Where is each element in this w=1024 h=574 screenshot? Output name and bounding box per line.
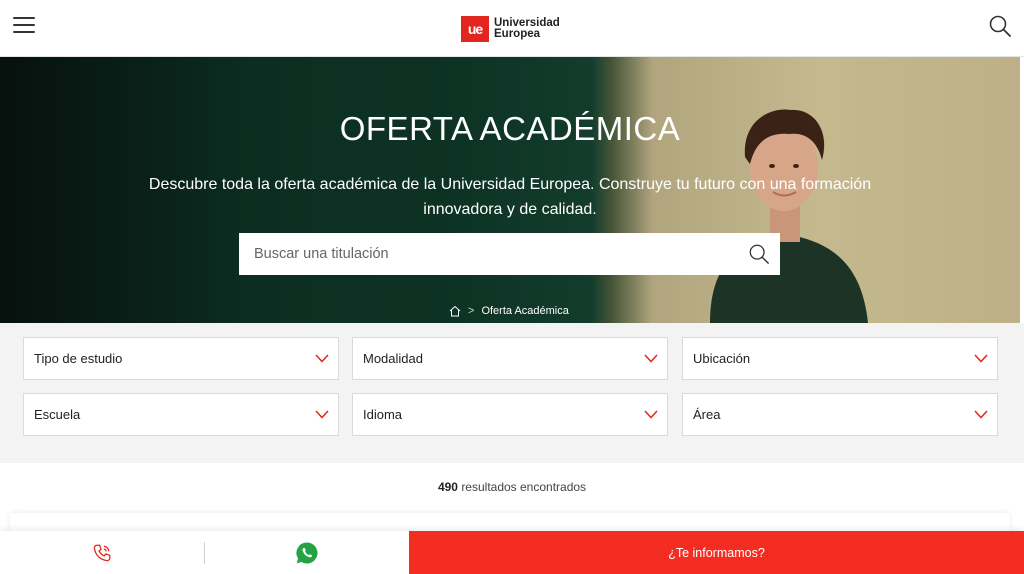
site-logo[interactable]: ue Universidad Europea: [461, 15, 560, 43]
filter-study-type[interactable]: Tipo de estudio: [23, 337, 339, 380]
filter-language[interactable]: Idioma: [352, 393, 668, 436]
filter-label: Idioma: [363, 407, 403, 422]
chevron-down-icon: [974, 410, 988, 419]
whatsapp-button[interactable]: [205, 531, 409, 574]
breadcrumb-current: Oferta Académica: [481, 305, 569, 317]
site-header: ue Universidad Europea: [0, 0, 1024, 57]
search-icon[interactable]: [748, 243, 770, 265]
chevron-down-icon: [974, 354, 988, 363]
chevron-down-icon: [644, 354, 658, 363]
results-number: 490: [437, 480, 458, 494]
home-icon[interactable]: [449, 305, 461, 317]
filter-label: Modalidad: [363, 351, 423, 366]
breadcrumb-separator: >: [468, 305, 475, 317]
call-button[interactable]: [0, 531, 204, 574]
logo-mark: ue: [461, 16, 489, 42]
results-count: 490 resultados encontrados: [0, 480, 1024, 494]
filter-location[interactable]: Ubicación: [682, 337, 998, 380]
hero-banner: OFERTA ACADÉMICA Descubre toda la oferta…: [0, 57, 1020, 323]
chevron-down-icon: [644, 410, 658, 419]
contact-bar: ¿Te informamos?: [0, 531, 1024, 574]
chevron-down-icon: [315, 354, 329, 363]
filter-modality[interactable]: Modalidad: [352, 337, 668, 380]
logo-text: Universidad Europea: [494, 17, 560, 40]
breadcrumb: > Oferta Académica: [449, 305, 569, 317]
search-icon[interactable]: [988, 14, 1012, 38]
filter-area[interactable]: Área: [682, 393, 998, 436]
page-title: OFERTA ACADÉMICA: [339, 110, 681, 147]
result-card: [10, 513, 1010, 533]
filter-label: Tipo de estudio: [34, 351, 123, 366]
filter-school[interactable]: Escuela: [23, 393, 339, 436]
results-label: resultados encontrados: [461, 480, 587, 494]
info-request-button[interactable]: ¿Te informamos?: [409, 531, 1024, 574]
filter-label: Área: [693, 407, 721, 422]
degree-search-box: [239, 233, 780, 275]
filters-panel: Tipo de estudio Modalidad Ubicación Escu…: [0, 323, 1024, 463]
filter-label: Escuela: [34, 407, 81, 422]
page-subtitle: Descubre toda la oferta académica de la …: [148, 176, 872, 218]
degree-search-input[interactable]: [239, 233, 748, 275]
phone-icon: [93, 544, 111, 561]
filter-label: Ubicación: [693, 351, 751, 366]
whatsapp-icon: [296, 541, 318, 563]
logo-text-line2: Europea: [494, 28, 541, 40]
menu-icon[interactable]: [13, 17, 35, 35]
chevron-down-icon: [315, 410, 329, 419]
